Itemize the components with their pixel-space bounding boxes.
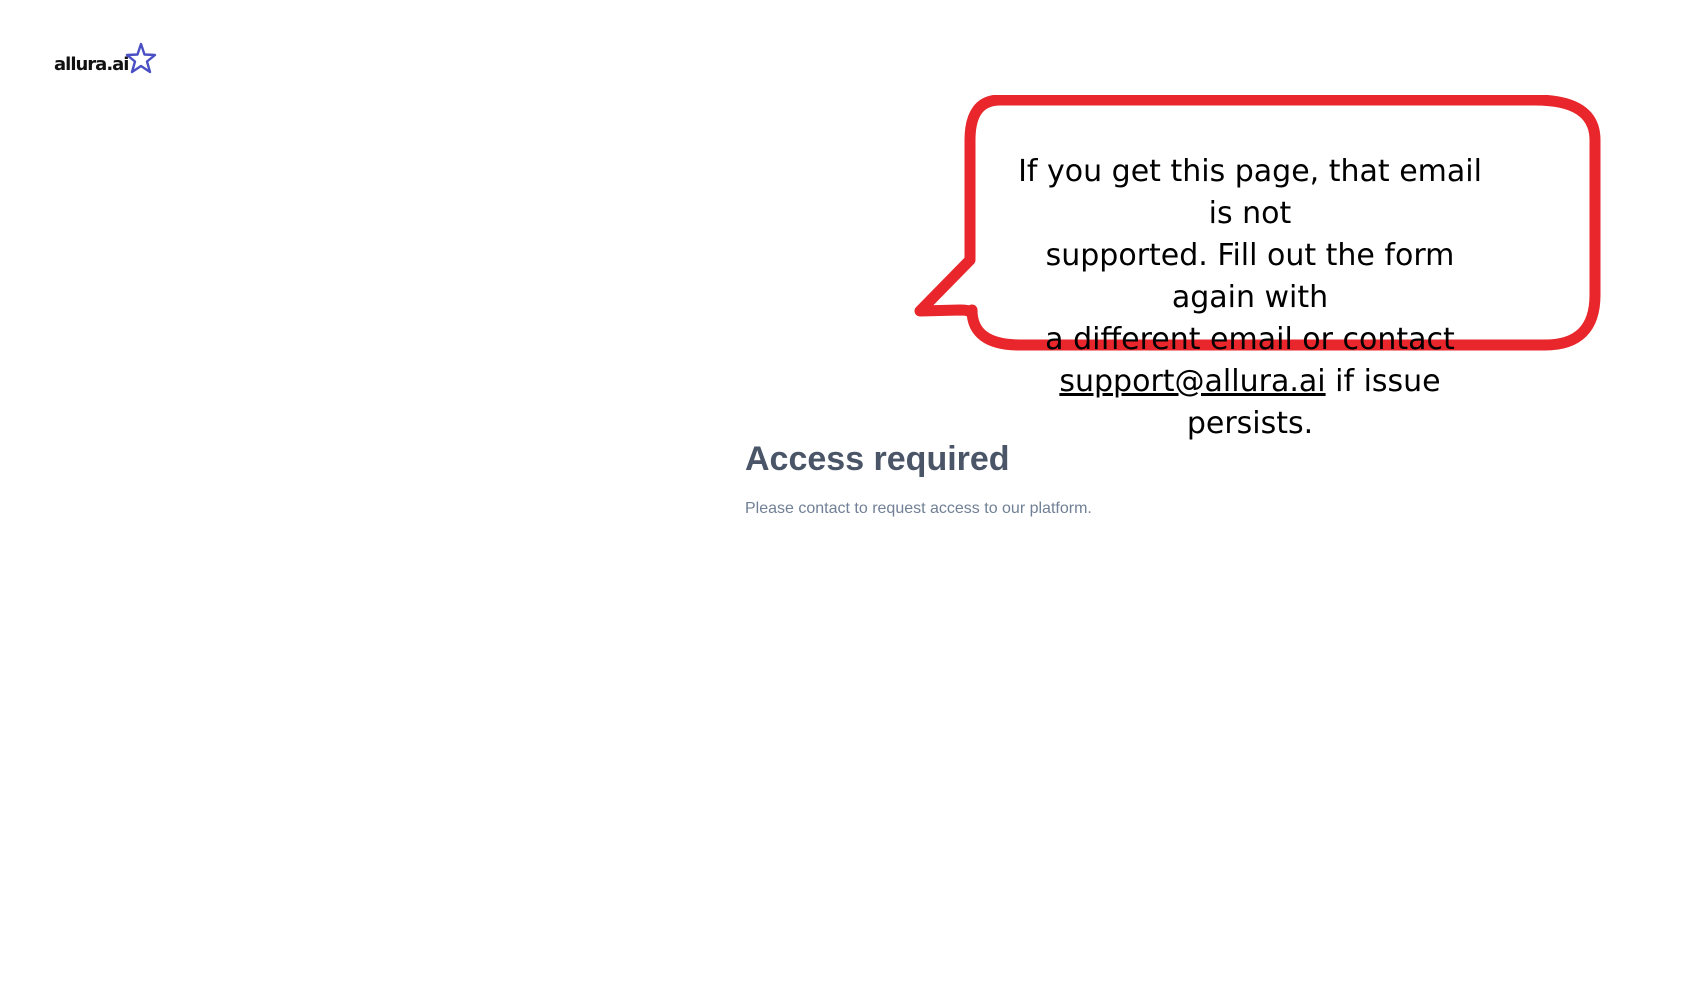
page-title: Access required	[745, 440, 1010, 478]
callout-line-2: supported. Fill out the form again with	[1045, 238, 1455, 315]
support-email-text: support@allura.ai	[1059, 364, 1326, 399]
brand-logo[interactable]: allura.ai	[54, 42, 158, 78]
speech-bubble-callout: If you get this page, that email is not …	[910, 95, 1610, 441]
access-message: Please contact to request access to our …	[745, 500, 1092, 517]
star-icon	[126, 42, 157, 74]
brand-name: allura.ai	[54, 54, 129, 75]
callout-line-3: a different email or contact	[1045, 322, 1455, 357]
callout-line-1: If you get this page, that email is not	[1018, 154, 1482, 231]
callout-message: If you get this page, that email is not …	[1010, 151, 1490, 445]
